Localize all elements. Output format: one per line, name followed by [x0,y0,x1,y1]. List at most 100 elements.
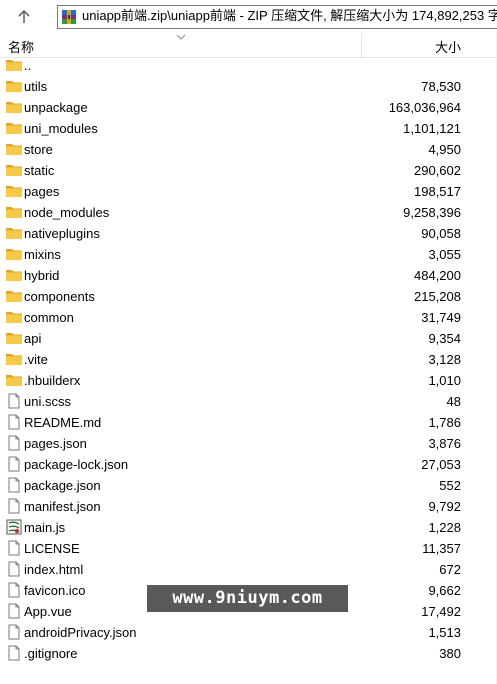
file-size: 9,354 [428,331,461,346]
file-size: 1,101,121 [403,121,461,136]
column-name-header[interactable]: 名称 [8,37,34,56]
folder-icon [5,57,23,73]
file-row[interactable]: node_modules 9,258,396 [0,202,497,223]
file-row[interactable]: utils 78,530 [0,76,497,97]
folder-icon [5,351,23,367]
up-button[interactable] [0,0,48,33]
file-name: manifest.json [24,499,101,514]
folder-icon [5,309,23,325]
file-row[interactable]: static 290,602 [0,160,497,181]
file-name: .. [24,58,32,73]
file-name: pages [24,184,60,199]
file-size: 484,200 [414,268,461,283]
file-row[interactable]: pages 198,517 [0,181,497,202]
folder-icon [5,225,23,241]
file-size: 1,228 [428,520,461,535]
file-icon [5,624,23,640]
file-row[interactable]: manifest.json 9,792 [0,496,497,517]
file-icon [5,561,23,577]
file-name: utils [24,79,48,94]
file-size: 672 [439,562,461,577]
file-name: unpackage [24,100,88,115]
file-icon [5,456,23,472]
file-size: 163,036,964 [388,100,461,115]
file-row[interactable]: .vite 3,128 [0,349,497,370]
file-size: 48 [446,394,461,409]
file-name: README.md [24,415,102,430]
file-name: common [24,310,74,325]
file-size: 290,602 [414,163,461,178]
column-divider[interactable] [361,33,362,57]
file-row[interactable]: .hbuilderx 1,010 [0,370,497,391]
file-size: 78,530 [421,79,461,94]
file-row[interactable]: package.json 552 [0,475,497,496]
file-name: .vite [24,352,48,367]
folder-icon [5,78,23,94]
file-name: .gitignore [24,646,78,661]
file-row[interactable]: components 215,208 [0,286,497,307]
file-size: 552 [439,478,461,493]
path-text: uniapp前端.zip\uniapp前端 - ZIP 压缩文件, 解压缩大小为… [82,8,497,23]
path-field[interactable]: uniapp前端.zip\uniapp前端 - ZIP 压缩文件, 解压缩大小为… [57,5,497,29]
file-name: main.js [24,520,66,535]
file-name: store [24,142,53,157]
file-size: 215,208 [414,289,461,304]
folder-icon [5,267,23,283]
file-row[interactable]: .. [0,55,497,76]
file-row[interactable]: unpackage 163,036,964 [0,97,497,118]
file-row[interactable]: store 4,950 [0,139,497,160]
file-row[interactable]: androidPrivacy.json 1,513 [0,622,497,643]
folder-icon [5,162,23,178]
file-row[interactable]: LICENSE 11,357 [0,538,497,559]
folder-icon [5,141,23,157]
zip-archive-icon [62,10,76,24]
file-row[interactable]: pages.json 3,876 [0,433,497,454]
file-name: hybrid [24,268,60,283]
file-name: package-lock.json [24,457,129,472]
column-size-header[interactable]: 大小 [435,37,461,56]
file-row[interactable]: package-lock.json 27,053 [0,454,497,475]
file-name: package.json [24,478,101,493]
file-size: 3,055 [428,247,461,262]
file-row[interactable]: main.js 1,228 [0,517,497,538]
file-row[interactable]: nativeplugins 90,058 [0,223,497,244]
file-row[interactable]: .gitignore 380 [0,643,497,664]
file-size: 198,517 [414,184,461,199]
file-row[interactable]: README.md 1,786 [0,412,497,433]
file-icon [5,603,23,619]
file-size: 3,128 [428,352,461,367]
arrow-up-icon [18,9,30,23]
file-icon [5,477,23,493]
file-row[interactable]: api 9,354 [0,328,497,349]
file-name: App.vue [24,604,72,619]
file-name: pages.json [24,436,87,451]
file-size: 9,258,396 [403,205,461,220]
file-size: 27,053 [421,457,461,472]
folder-icon [5,183,23,199]
file-icon [5,498,23,514]
folder-icon [5,372,23,388]
file-size: 3,876 [428,436,461,451]
file-row[interactable]: uni_modules 1,101,121 [0,118,497,139]
chevron-down-icon [176,34,186,40]
file-name: components [24,289,95,304]
file-size: 1,010 [428,373,461,388]
file-row[interactable]: mixins 3,055 [0,244,497,265]
folder-icon [5,288,23,304]
file-row[interactable]: uni.scss 48 [0,391,497,412]
file-size: 31,749 [421,310,461,325]
script-file-icon [5,519,23,535]
file-row[interactable]: index.html 672 [0,559,497,580]
file-name: uni_modules [24,121,98,136]
file-row[interactable]: common 31,749 [0,307,497,328]
file-size: 9,662 [428,583,461,598]
file-size: 1,513 [428,625,461,640]
file-size: 9,792 [428,499,461,514]
file-name: index.html [24,562,84,577]
file-row[interactable]: hybrid 484,200 [0,265,497,286]
address-toolbar: uniapp前端.zip\uniapp前端 - ZIP 压缩文件, 解压缩大小为… [0,0,497,33]
file-icon [5,540,23,556]
file-name: androidPrivacy.json [24,625,137,640]
file-size: 11,357 [422,541,461,556]
file-name: LICENSE [24,541,80,556]
